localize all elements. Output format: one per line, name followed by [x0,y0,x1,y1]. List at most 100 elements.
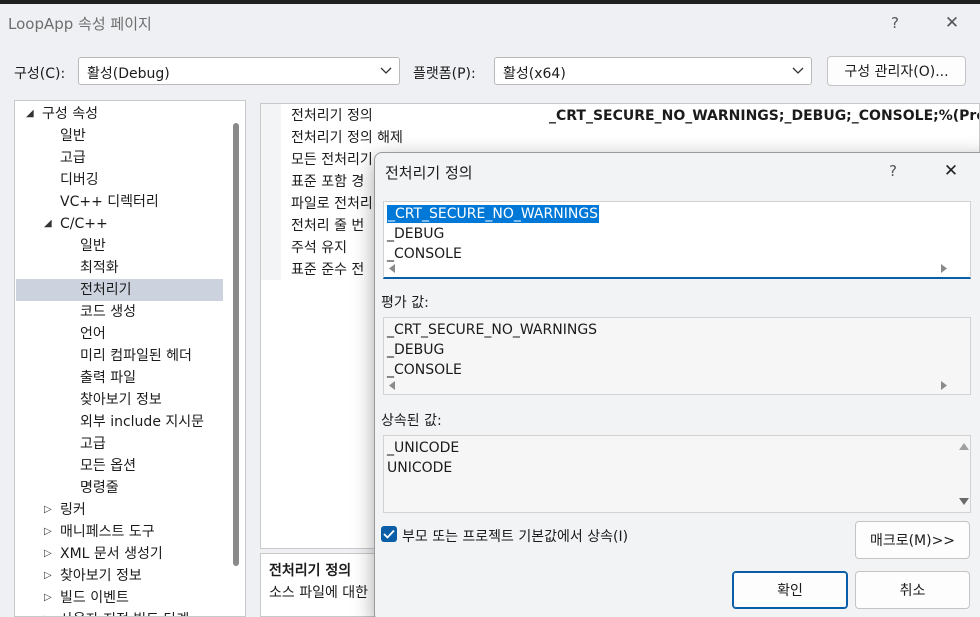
tree-item[interactable]: ▷ 찾아보기 정보 [16,565,223,587]
tree-item-label: 고급 [80,436,106,452]
property-row[interactable]: 전처리기 정의 _CRT_SECURE_NO_WARNINGS;_DEBUG;_C… [261,105,979,127]
edit-hscrollbar[interactable] [384,260,970,276]
tree-item-label: 미리 컴파일된 헤더 [80,348,192,364]
tree-item[interactable]: 코드 생성 [16,301,223,323]
help-button[interactable]: ? [875,9,915,37]
tree-item[interactable]: 모든 옵션 [16,455,223,477]
tree-item-label: 최적화 [80,260,119,276]
tree-item-label: XML 문서 생성기 [60,546,163,562]
window-close-button[interactable]: ✕ [932,9,972,37]
value-line: _CONSOLE [387,362,462,378]
tree-item[interactable]: ◢ C/C++ [16,213,223,235]
tree-item-label: 사용자 지정 빌드 단계 [60,609,189,616]
tree-item-label: 찾아보기 정보 [60,568,142,584]
tree-item[interactable]: 일반 [16,235,223,257]
config-combo[interactable]: 활성(Debug) [78,57,400,85]
platform-label: 플랫폼(P): [413,66,476,82]
tree-item[interactable]: 명령줄 [16,477,223,499]
chevron-down-icon [380,67,392,74]
tree-item-label: 매니페스트 도구 [60,524,155,540]
expand-icon[interactable]: ▷ [44,499,54,521]
tree-item[interactable]: 출력 파일 [16,367,223,389]
tree-item[interactable]: ◢ 구성 속성 [16,103,223,125]
tree-item[interactable]: 외부 include 지시문 [16,411,223,433]
tree-item-label: 구성 속성 [42,106,98,122]
property-name: 모든 전처리기 [291,152,373,168]
value-line: _CRT_SECURE_NO_WARNINGS [387,205,600,223]
inherit-checkbox[interactable] [381,526,397,542]
tree-item[interactable]: 일반 [16,125,223,147]
tree-item-label: 외부 include 지시문 [80,414,205,430]
tree-item[interactable]: ▷ 매니페스트 도구 [16,521,223,543]
tree-item[interactable]: ▷ 빌드 이벤트 [16,587,223,609]
scroll-right-icon[interactable] [940,264,948,273]
collapse-icon[interactable]: ◢ [26,103,36,125]
scroll-right-icon[interactable] [940,381,948,390]
tree-item[interactable]: 언어 [16,323,223,345]
inherited-box: _UNICODE UNICODE [383,435,971,513]
scroll-left-icon[interactable] [388,264,396,273]
property-name: 표준 준수 전 [291,262,365,278]
tree-item[interactable]: 찾아보기 정보 [16,389,223,411]
tree-item-label: 언어 [80,326,106,342]
cancel-button[interactable]: 취소 [855,571,970,609]
tree-item-label: VC++ 디렉터리 [60,194,159,210]
evaluated-label: 평가 값: [381,295,429,311]
definitions-edit-box[interactable]: _CRT_SECURE_NO_WARNINGS _DEBUG _CONSOLE [383,201,971,279]
tree-item[interactable]: 고급 [16,147,223,169]
close-icon: ✕ [943,161,959,181]
inherit-checkbox-label[interactable]: 부모 또는 프로젝트 기본값에서 상속(I) [402,526,628,546]
tree-item-label: C/C++ [60,216,108,232]
tree-item[interactable]: ▷ XML 문서 생성기 [16,543,223,565]
dialog-help-button[interactable]: ? [873,157,913,185]
platform-value: 활성(x64) [503,66,566,82]
tree-item[interactable]: 디버깅 [16,169,223,191]
tree-item-label: 디버깅 [60,172,99,188]
tree-item[interactable]: ▷ 링커 [16,499,223,521]
tree-item[interactable]: 최적화 [16,257,223,279]
property-value[interactable]: _CRT_SECURE_NO_WARNINGS;_DEBUG;_CONSOLE;… [549,105,979,127]
tree-scrollbar[interactable] [233,123,239,566]
expand-icon[interactable]: ▷ [44,609,54,616]
macro-button[interactable]: 매크로(M)>> [855,521,970,559]
evaluated-hscrollbar[interactable] [384,378,970,394]
property-name: 주석 유지 [291,240,347,256]
description-title: 전처리기 정의 [269,563,352,579]
value-line: _DEBUG [387,342,445,358]
close-icon: ✕ [944,13,960,33]
expand-icon[interactable]: ▷ [44,543,54,565]
evaluated-box: _CRT_SECURE_NO_WARNINGS _DEBUG _CONSOLE [383,317,971,395]
expand-icon[interactable]: ▷ [44,587,54,609]
property-name: 전처리기 정의 해제 [291,130,403,146]
config-manager-button[interactable]: 구성 관리자(O)... [827,56,966,86]
tree-item-label: 전처리기 [80,282,132,298]
dialog-close-button[interactable]: ✕ [931,157,971,185]
tree-item-label: 출력 파일 [80,370,136,386]
tree-item[interactable]: 전처리기 [16,279,223,301]
checkmark-icon [383,529,395,539]
tree-item[interactable]: VC++ 디렉터리 [16,191,223,213]
tree-item[interactable]: 미리 컴파일된 헤더 [16,345,223,367]
platform-combo[interactable]: 활성(x64) [494,57,812,85]
property-name: 전처리기 정의 [291,108,373,124]
scroll-left-icon[interactable] [388,381,396,390]
scroll-down-icon[interactable] [959,498,969,506]
property-name: 파일로 전처리 [291,196,373,212]
collapse-icon[interactable]: ◢ [44,213,54,235]
tree-item[interactable]: ▷ 사용자 지정 빌드 단계 [16,609,223,616]
tree-item[interactable]: 고급 [16,433,223,455]
help-icon: ? [891,14,899,32]
expand-icon[interactable]: ▷ [44,565,54,587]
property-row[interactable]: 전처리기 정의 해제 [261,127,979,149]
ok-button[interactable]: 확인 [732,571,848,609]
tree-item-label: 코드 생성 [80,304,136,320]
config-label: 구성(C): [14,66,66,82]
tree-item-label: 일반 [80,238,106,254]
tree-item-label: 명령줄 [80,480,119,496]
property-tree: ◢ 구성 속성 일반 고급 디버깅 VC++ 디렉터리 ◢ C/C++ 일반 최적화 전처리기 코드 … [14,100,246,617]
window-title: LoopApp 속성 페이지 [8,15,152,33]
expand-icon[interactable]: ▷ [44,521,54,543]
tree-item-label: 링커 [60,502,86,518]
scroll-up-icon[interactable] [959,442,969,450]
tree-item-label: 빌드 이벤트 [60,590,129,606]
